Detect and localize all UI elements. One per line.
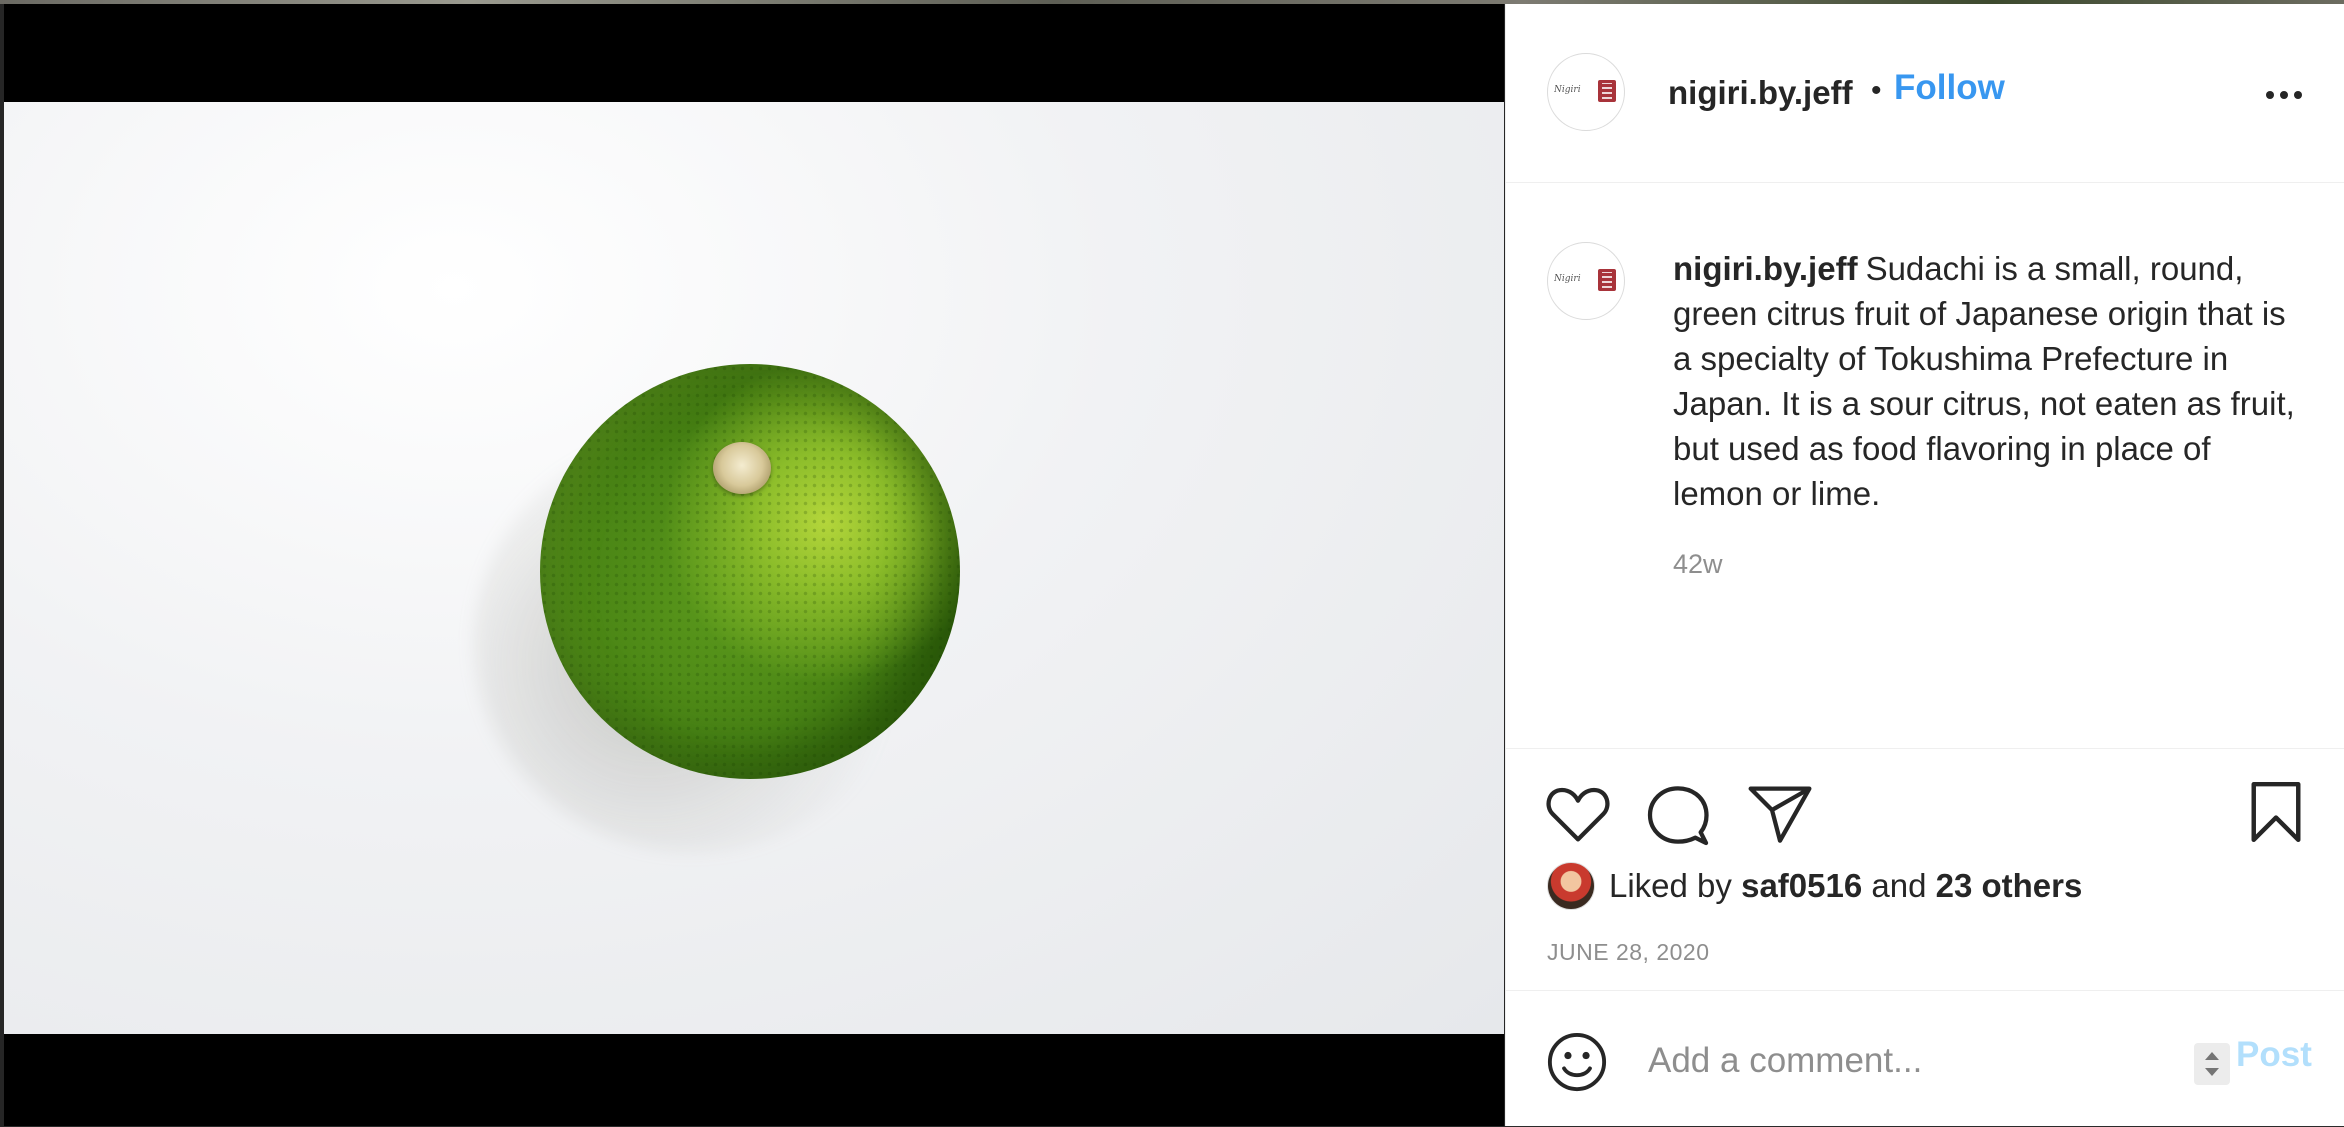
comment-bar: Post [1506,990,2344,1127]
caption-author-avatar[interactable]: Nigiri [1547,242,1625,320]
post-viewer: Nigiri nigiri.by.jeff • Follow Nigiri ni… [0,0,2344,1126]
smiley-icon[interactable] [1546,1031,1608,1093]
likes-text: Liked by saf0516 and 23 others [1609,867,2082,905]
caption-username[interactable]: nigiri.by.jeff [1673,250,1858,287]
likes-others-link[interactable]: 23 others [1936,867,2083,904]
post-sidebar: Nigiri nigiri.by.jeff • Follow Nigiri ni… [1505,4,2344,1126]
likes-row: Liked by saf0516 and 23 others [1547,861,2082,911]
likes-prefix: Liked by [1609,867,1732,904]
comment-input[interactable] [1646,1035,2150,1087]
author-username[interactable]: nigiri.by.jeff [1668,74,1853,112]
likes-connector: and [1871,867,1927,904]
liker-username[interactable]: saf0516 [1741,867,1862,904]
action-section: Liked by saf0516 and 23 others JUNE 28, … [1506,748,2344,994]
author-avatar[interactable]: Nigiri [1547,53,1625,131]
logo-script-icon: Nigiri [1554,85,1581,95]
logo-mark-icon [1598,269,1616,291]
post-date[interactable]: JUNE 28, 2020 [1547,939,1709,966]
caption-body: Sudachi is a small, round, green citrus … [1673,250,2295,512]
separator-dot: • [1871,74,1882,107]
bookmark-icon[interactable] [2248,780,2304,844]
heart-icon[interactable] [1546,784,1610,844]
post-media[interactable] [4,4,1504,1126]
fruit-stem [713,442,771,494]
comment-bubble-icon[interactable] [1646,784,1710,846]
logo-script-icon: Nigiri [1554,274,1581,284]
paper-plane-icon[interactable] [1748,784,1812,844]
sudachi-fruit [540,364,960,779]
more-options-icon[interactable] [2264,78,2304,118]
stepper-arrows-icon [2205,1052,2219,1076]
follow-button[interactable]: Follow [1894,68,2005,108]
scroll-stepper[interactable] [2194,1043,2230,1085]
liker-avatar[interactable] [1547,862,1595,910]
svg-text:Nigiri: Nigiri [1554,85,1581,95]
post-age[interactable]: 42w [1673,549,1723,580]
logo-mark-icon [1598,80,1616,102]
svg-text:Nigiri: Nigiri [1554,274,1581,284]
post-header: Nigiri nigiri.by.jeff • Follow [1506,4,2344,183]
post-photo[interactable] [4,102,1504,1034]
caption-text: nigiri.by.jeff Sudachi is a small, round,… [1673,246,2303,516]
post-comment-button[interactable]: Post [2236,1035,2312,1075]
